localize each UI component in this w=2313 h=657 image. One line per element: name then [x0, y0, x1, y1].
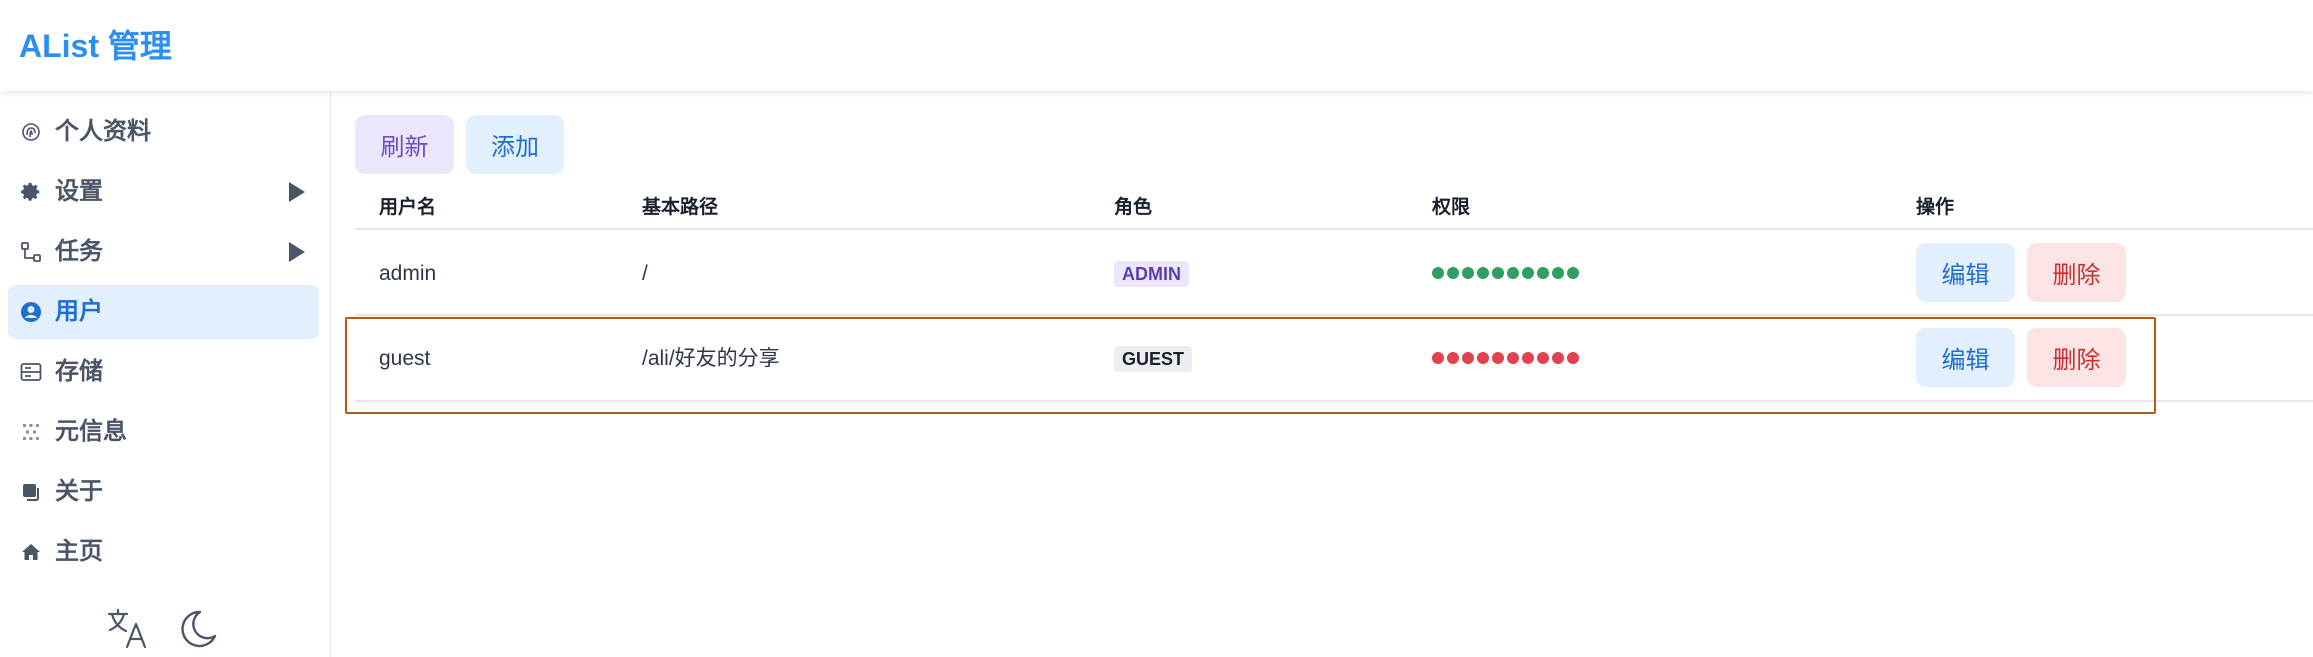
sidebar-item-tasks[interactable]: 任务	[8, 225, 319, 279]
gear-icon	[19, 180, 43, 204]
column-header-actions: 操作	[1916, 197, 1955, 218]
sidebar-footer	[0, 597, 331, 653]
add-button[interactable]: 添加	[466, 115, 564, 174]
sidebar-item-home[interactable]: 主页	[8, 525, 319, 579]
permission-dot[interactable]	[1462, 267, 1474, 279]
permission-dot[interactable]	[1492, 267, 1504, 279]
workflow-icon	[19, 240, 43, 264]
column-header-username: 用户名	[379, 197, 437, 218]
permission-dot[interactable]	[1432, 267, 1444, 279]
permission-dot[interactable]	[1522, 267, 1534, 279]
sidebar-item-label: 主页	[55, 538, 103, 565]
meta-icon	[19, 420, 43, 444]
storage-icon	[19, 360, 43, 384]
delete-button[interactable]: 删除	[2027, 243, 2126, 302]
sidebar-item-meta[interactable]: 元信息	[8, 405, 319, 459]
sidebar-item-label: 个人资料	[55, 118, 151, 145]
permission-dot[interactable]	[1447, 267, 1459, 279]
column-header-permission: 权限	[1432, 197, 1471, 218]
username-cell: admin	[379, 262, 437, 285]
permission-dot[interactable]	[1507, 267, 1519, 279]
sidebar-item-settings[interactable]: 设置	[8, 165, 319, 219]
fingerprint-icon	[19, 120, 43, 144]
user-circle-icon	[19, 300, 43, 324]
translate-icon[interactable]	[106, 607, 150, 651]
app-title[interactable]: AList 管理	[19, 22, 172, 70]
sidebar-item-label: 关于	[55, 478, 103, 505]
permission-dot[interactable]	[1552, 267, 1564, 279]
copy-icon	[19, 480, 43, 504]
column-header-base-path: 基本路径	[642, 197, 719, 218]
sidebar-item-about[interactable]: 关于	[8, 465, 319, 519]
sidebar-item-storage[interactable]: 存储	[8, 345, 319, 399]
sidebar-item-profile[interactable]: 个人资料	[8, 105, 319, 159]
sidebar-item-label: 元信息	[55, 418, 127, 445]
base-path-cell: /	[642, 262, 648, 285]
sidebar: 个人资料 设置 任务 用户 存储 元信息 关于 主页	[0, 91, 331, 657]
home-icon	[19, 540, 43, 564]
role-badge: ADMIN	[1114, 261, 1189, 287]
header-divider	[355, 228, 2313, 230]
expand-arrow-icon[interactable]	[289, 242, 305, 262]
permission-dot[interactable]	[1567, 267, 1579, 279]
top-bar: AList 管理	[0, 0, 2313, 91]
column-header-role: 角色	[1114, 197, 1153, 218]
sidebar-item-label: 设置	[55, 178, 103, 205]
permission-dots	[1432, 267, 1579, 279]
row-divider	[355, 314, 2313, 316]
permission-dot[interactable]	[1477, 267, 1489, 279]
moon-icon[interactable]	[176, 607, 220, 651]
sidebar-item-label: 存储	[55, 358, 103, 385]
sidebar-item-label: 用户	[55, 298, 103, 325]
sidebar-item-users[interactable]: 用户	[8, 285, 319, 339]
refresh-button[interactable]: 刷新	[355, 115, 454, 174]
selected-row-highlight	[345, 317, 2156, 414]
expand-arrow-icon[interactable]	[289, 182, 305, 202]
edit-button[interactable]: 编辑	[1916, 243, 2015, 302]
permission-dot[interactable]	[1537, 267, 1549, 279]
sidebar-item-label: 任务	[55, 238, 103, 265]
